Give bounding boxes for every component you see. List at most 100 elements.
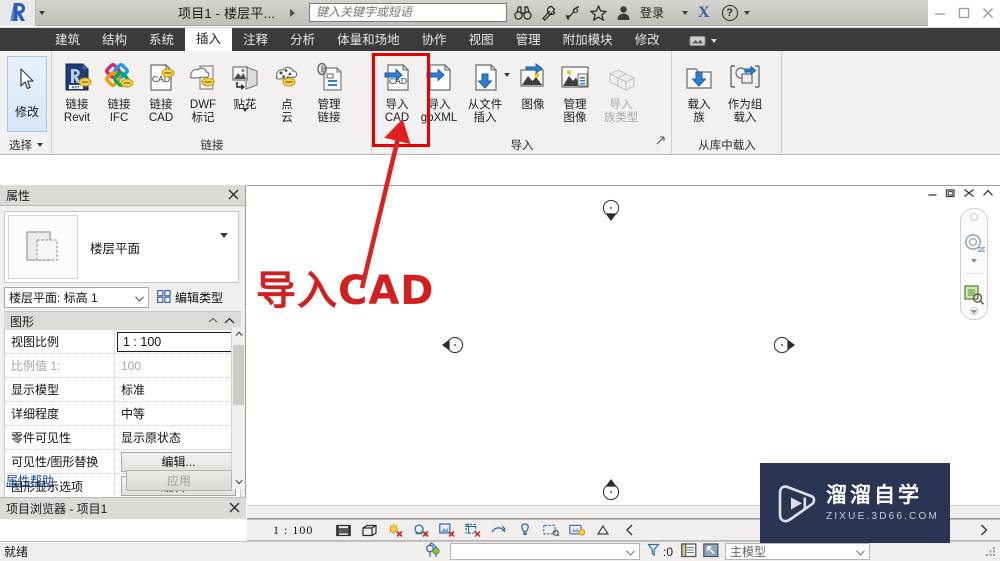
- sun-path-off-icon[interactable]: [387, 522, 403, 538]
- navigation-bar[interactable]: 2D: [960, 208, 988, 320]
- steering-wheel-2d-icon[interactable]: 2D: [961, 223, 987, 273]
- properties-group-header[interactable]: 图形: [4, 311, 241, 330]
- tab-fenxi[interactable]: 分析: [279, 30, 326, 51]
- ribbon-button-load-family[interactable]: 载入 族: [678, 54, 720, 125]
- import-dialog-launcher-icon[interactable]: [656, 133, 666, 151]
- filter-control[interactable]: :0: [647, 543, 673, 560]
- chevron-down-icon[interactable]: [135, 291, 144, 305]
- ribbon-button-link-ifc[interactable]: 链接 IFC: [98, 54, 140, 125]
- scroll-up-icon[interactable]: [232, 327, 245, 341]
- property-value[interactable]: 显示原状态: [115, 426, 240, 449]
- detail-level-icon[interactable]: [335, 522, 351, 538]
- visual-style-icon[interactable]: [361, 522, 377, 538]
- tab-tiliang-changdi[interactable]: 体量和场地: [326, 30, 411, 51]
- person-icon[interactable]: [613, 3, 633, 23]
- reveal-hidden-elements-icon[interactable]: [543, 522, 560, 538]
- property-value[interactable]: 1 : 100: [115, 330, 240, 353]
- canvas-scroll-right-icon[interactable]: [976, 522, 992, 538]
- ribbon-button-link-revit[interactable]: RVT 链接 Revit: [56, 54, 98, 125]
- instance-selector[interactable]: 楼层平面: 标高 1: [4, 287, 149, 308]
- apply-button[interactable]: 应用: [126, 469, 232, 491]
- table-row[interactable]: 显示模型 标准: [5, 378, 240, 402]
- help-icon[interactable]: ?: [721, 4, 738, 21]
- tab-guanli[interactable]: 管理: [505, 30, 552, 51]
- ribbon-button-image[interactable]: 图像: [512, 54, 554, 112]
- elevation-marker-north[interactable]: [600, 199, 622, 230]
- elevation-marker-east[interactable]: [772, 334, 798, 361]
- resize-grip-icon[interactable]: [984, 545, 998, 559]
- design-options-icon[interactable]: [703, 542, 719, 561]
- close-icon[interactable]: [229, 501, 240, 516]
- close-icon[interactable]: [976, 0, 1000, 26]
- ribbon-button-dropdown-icon[interactable]: [242, 108, 248, 125]
- tab-jianzhu[interactable]: 建筑: [44, 30, 91, 51]
- crop-view-icon[interactable]: [465, 522, 481, 538]
- press-drag-icon[interactable]: [426, 542, 444, 561]
- view-scale-value[interactable]: 1 : 100: [117, 331, 238, 352]
- close-icon[interactable]: [963, 188, 975, 201]
- tab-jiegou[interactable]: 结构: [91, 30, 138, 51]
- chevron-left-icon[interactable]: [621, 522, 637, 538]
- shadows-off-icon[interactable]: [413, 522, 429, 538]
- maximize-icon[interactable]: [952, 0, 976, 26]
- elevation-marker-south[interactable]: [600, 475, 622, 506]
- zoom-region-icon[interactable]: [961, 274, 987, 324]
- properties-help-link[interactable]: 属性帮助: [6, 472, 54, 489]
- analytical-model-off-icon[interactable]: [595, 522, 611, 538]
- table-row[interactable]: 零件可见性 显示原状态: [5, 426, 240, 450]
- restore-icon[interactable]: [945, 188, 956, 201]
- table-row[interactable]: 视图比例 1 : 100: [5, 330, 240, 354]
- star-icon[interactable]: [588, 3, 608, 23]
- ribbon-button-decal[interactable]: 贴花: [224, 54, 266, 125]
- worksets-icon[interactable]: [681, 542, 697, 561]
- type-selector[interactable]: 楼层平面: [4, 211, 239, 283]
- search-input-wrapper[interactable]: [309, 3, 508, 22]
- ribbon-button-link-cad[interactable]: CAD 链接 CAD: [140, 54, 182, 125]
- tab-fujia-mokuai[interactable]: 附加模块: [552, 30, 624, 51]
- tab-xiezuo[interactable]: 协作: [411, 30, 458, 51]
- ribbon-button-manage-links[interactable]: 管理 链接: [308, 54, 350, 125]
- wrench-icon[interactable]: [538, 3, 558, 23]
- property-value[interactable]: 标准: [115, 378, 240, 401]
- ribbon-button-point-cloud[interactable]: 点 云: [266, 54, 308, 125]
- project-browser-title-bar[interactable]: 项目浏览器 - 项目1: [0, 497, 246, 519]
- temporary-view-properties-icon[interactable]: [569, 522, 586, 538]
- tab-charu[interactable]: 插入: [185, 28, 233, 51]
- tab-shitu[interactable]: 视图: [458, 30, 505, 51]
- satellite-dish-icon[interactable]: [563, 3, 583, 23]
- show-crop-region-icon[interactable]: [491, 522, 507, 538]
- scrollbar-thumb[interactable]: [233, 345, 244, 405]
- group-collapse-icons[interactable]: [208, 317, 235, 325]
- insert-from-file-dropdown-icon[interactable]: [504, 72, 510, 95]
- tab-xiugai[interactable]: 修改: [624, 30, 671, 51]
- revit-r-logo-icon[interactable]: [0, 0, 36, 26]
- table-row[interactable]: 详细程度 中等: [5, 402, 240, 426]
- close-icon[interactable]: [228, 188, 239, 203]
- modify-button[interactable]: 修改: [7, 56, 47, 132]
- tab-zhushi[interactable]: 注释: [232, 30, 279, 51]
- navbar-bottom-handle-icon[interactable]: [970, 307, 978, 315]
- view-scale-label[interactable]: 1 : 100: [273, 523, 313, 538]
- ribbon-button-load-as-group[interactable]: 作为组 载入: [720, 54, 770, 125]
- ribbon-button-manage-images[interactable]: 管理 图像: [554, 54, 596, 125]
- filter-icon[interactable]: [647, 543, 660, 560]
- help-dropdown-icon[interactable]: [742, 10, 752, 15]
- navbar-top-handle-icon[interactable]: [970, 213, 978, 221]
- signin-dropdown-icon[interactable]: [680, 10, 690, 15]
- temporary-hide-isolate-icon[interactable]: [517, 522, 533, 538]
- status-combo[interactable]: [450, 543, 641, 560]
- elevation-marker-west[interactable]: [439, 334, 465, 361]
- search-input[interactable]: [314, 4, 503, 21]
- qat-dropdown-icon[interactable]: [36, 0, 48, 26]
- chevron-down-icon[interactable]: [220, 233, 228, 256]
- minimize-icon[interactable]: [927, 188, 938, 201]
- sign-in-label[interactable]: 登录: [640, 4, 664, 21]
- rendering-dialog-icon[interactable]: [439, 522, 455, 538]
- chevron-down-icon[interactable]: [856, 545, 865, 559]
- collapse-chevron-icon[interactable]: [982, 188, 994, 201]
- properties-scrollbar[interactable]: [231, 327, 244, 489]
- ribbon-button-insert-from-file[interactable]: 从文件 插入: [460, 54, 510, 125]
- title-next-icon[interactable]: [285, 8, 299, 17]
- ribbon-display-options[interactable]: [689, 30, 717, 51]
- exchange-app-icon[interactable]: X: [698, 4, 710, 22]
